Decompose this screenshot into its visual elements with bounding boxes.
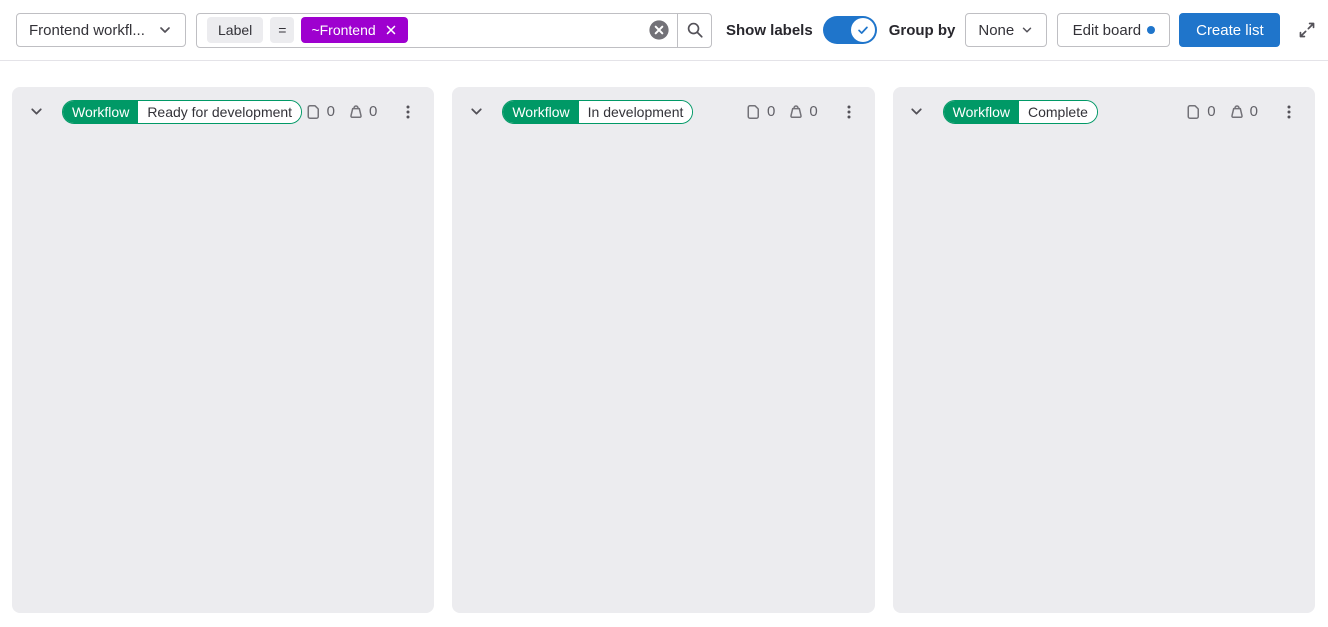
issue-count-stat: 0: [1186, 103, 1215, 120]
list-stats: 0 0: [306, 103, 378, 120]
chevron-down-icon: [157, 22, 173, 38]
group-by-dropdown[interactable]: None: [965, 13, 1047, 47]
notification-dot: [1147, 26, 1155, 34]
list-scoped-label[interactable]: Workflow Ready for development: [62, 100, 302, 124]
fullscreen-button[interactable]: [1295, 18, 1319, 42]
issue-count-stat: 0: [306, 103, 335, 120]
vertical-ellipsis-icon: [841, 104, 857, 120]
board-switcher-label: Frontend workfl...: [29, 22, 145, 39]
list-body[interactable]: [893, 125, 1315, 613]
search-icon: [686, 21, 704, 39]
issues-icon: [306, 104, 322, 120]
board-list-in-development: Workflow In development 0 0: [452, 87, 874, 613]
weight-stat: 0: [348, 103, 377, 120]
issue-count: 0: [767, 103, 775, 120]
show-labels-label: Show labels: [726, 22, 813, 39]
weight-count: 0: [369, 103, 377, 120]
list-body[interactable]: [12, 125, 434, 613]
board-switcher-dropdown[interactable]: Frontend workfl...: [16, 13, 186, 47]
list-settings-button[interactable]: [1277, 100, 1301, 124]
board-list-complete: Workflow Complete 0 0: [893, 87, 1315, 613]
collapse-list-button[interactable]: [24, 100, 48, 124]
clear-icon: [648, 19, 670, 41]
weight-icon: [788, 104, 804, 120]
board-toolbar: Frontend workfl... Label = ~Frontend: [0, 0, 1328, 61]
filter-token-type[interactable]: Label: [207, 17, 263, 43]
vertical-ellipsis-icon: [1281, 104, 1297, 120]
collapse-list-button[interactable]: [905, 100, 929, 124]
check-icon: [856, 23, 870, 37]
list-header: Workflow Complete 0 0: [893, 87, 1315, 125]
create-list-label: Create list: [1196, 22, 1264, 39]
weight-count: 0: [1250, 103, 1258, 120]
list-settings-button[interactable]: [837, 100, 861, 124]
remove-token-icon[interactable]: [384, 23, 398, 37]
label-scope: Workflow: [944, 101, 1019, 123]
edit-board-label: Edit board: [1073, 22, 1141, 39]
list-scoped-label[interactable]: Workflow Complete: [943, 100, 1098, 124]
filter-token-value[interactable]: ~Frontend: [301, 17, 407, 43]
label-value: In development: [579, 101, 693, 123]
group-by-label: Group by: [889, 22, 956, 39]
list-scoped-label[interactable]: Workflow In development: [502, 100, 693, 124]
create-list-button[interactable]: Create list: [1179, 13, 1280, 47]
list-body[interactable]: [452, 125, 874, 613]
issue-board: Workflow Ready for development 0 0: [12, 87, 1315, 613]
group-by-value: None: [978, 22, 1014, 39]
label-value: Complete: [1019, 101, 1097, 123]
label-scope: Workflow: [503, 101, 578, 123]
chevron-down-icon: [1020, 23, 1034, 37]
toggle-knob: [851, 18, 875, 42]
collapse-list-button[interactable]: [464, 100, 488, 124]
expand-arrows-icon: [1298, 21, 1316, 39]
chevron-down-icon: [28, 103, 45, 120]
board-list-ready-for-development: Workflow Ready for development 0 0: [12, 87, 434, 613]
filter-search-input[interactable]: [416, 14, 647, 47]
list-stats: 0 0: [1186, 103, 1258, 120]
edit-board-button[interactable]: Edit board: [1057, 13, 1170, 47]
weight-stat: 0: [788, 103, 817, 120]
vertical-ellipsis-icon: [400, 104, 416, 120]
label-value: Ready for development: [138, 101, 301, 123]
filtered-search-bar[interactable]: Label = ~Frontend: [196, 13, 712, 48]
clear-filter-button[interactable]: [647, 18, 671, 42]
filter-token[interactable]: Label = ~Frontend: [207, 17, 408, 43]
issues-icon: [746, 104, 762, 120]
issue-count: 0: [327, 103, 335, 120]
list-header: Workflow Ready for development 0 0: [12, 87, 434, 125]
weight-icon: [348, 104, 364, 120]
issues-icon: [1186, 104, 1202, 120]
search-button[interactable]: [677, 14, 711, 47]
weight-count: 0: [809, 103, 817, 120]
list-settings-button[interactable]: [396, 100, 420, 124]
issue-count-stat: 0: [746, 103, 775, 120]
weight-stat: 0: [1229, 103, 1258, 120]
label-scope: Workflow: [63, 101, 138, 123]
show-labels-toggle[interactable]: [823, 16, 877, 44]
list-header: Workflow In development 0 0: [452, 87, 874, 125]
chevron-down-icon: [908, 103, 925, 120]
chevron-down-icon: [468, 103, 485, 120]
issue-count: 0: [1207, 103, 1215, 120]
list-stats: 0 0: [746, 103, 818, 120]
weight-icon: [1229, 104, 1245, 120]
filter-token-operator[interactable]: =: [270, 17, 294, 43]
filter-token-value-text: ~Frontend: [311, 22, 375, 38]
